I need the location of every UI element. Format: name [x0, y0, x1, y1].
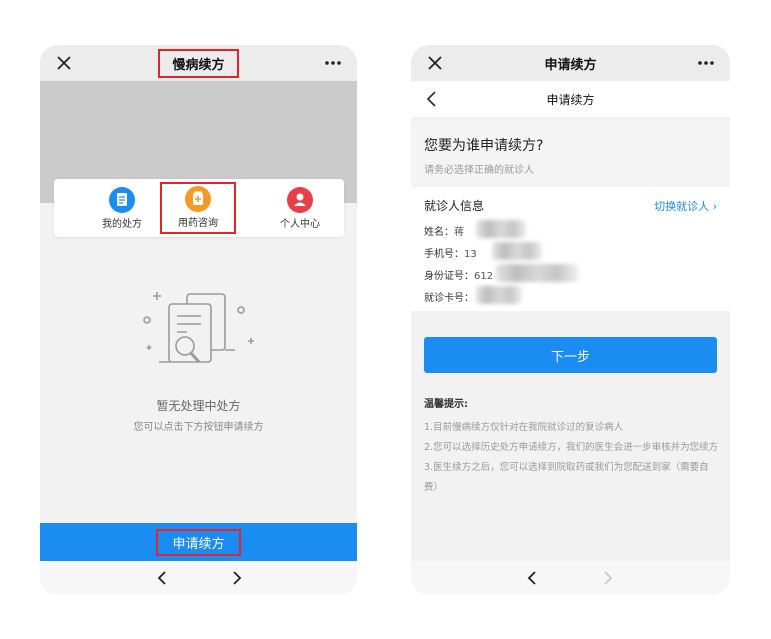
- question-section: 您要为谁申请续方? 请务必选择正确的就诊人: [411, 125, 730, 185]
- next-step-button[interactable]: 下一步: [424, 337, 717, 373]
- card-label: 就诊卡号：: [424, 293, 474, 304]
- page-title: 申请续方: [546, 92, 595, 107]
- patient-name-row: 姓名：蒋: [424, 220, 717, 238]
- redacted-id: [496, 264, 578, 282]
- menu-label: 用药咨询: [178, 218, 218, 229]
- close-icon[interactable]: [425, 53, 445, 73]
- wechat-title-bar: 申请续方: [411, 45, 730, 81]
- browser-nav-bar: [411, 561, 730, 595]
- more-icon[interactable]: [323, 54, 343, 72]
- tip-item: 1.目前慢病续方仅针对在我院就诊过的复诊病人: [424, 422, 624, 433]
- title-highlight: 慢病续方: [158, 48, 239, 78]
- menu-label: 我的处方: [102, 219, 142, 230]
- phone-label: 手机号：: [424, 249, 464, 260]
- forward-arrow-icon[interactable]: [599, 569, 617, 587]
- menu-item-medication-consult[interactable]: 用药咨询: [160, 182, 236, 234]
- id-label: 身份证号：: [424, 271, 474, 282]
- redacted-card: [476, 286, 522, 304]
- phone-value: 13: [464, 249, 477, 260]
- menu-item-personal-center[interactable]: 个人中心: [262, 185, 338, 233]
- tip-item: 2.您可以选择历史处方申请续方，我们的医生会进一步审核并为您续方: [424, 442, 719, 453]
- back-arrow-icon[interactable]: [153, 569, 171, 587]
- tips-section: 温馨提示: 1.目前慢病续方仅针对在我院就诊过的复诊病人 2.您可以选择历史处方…: [424, 395, 720, 498]
- redacted-phone: [492, 242, 542, 260]
- empty-documents-icon: [143, 292, 254, 363]
- medicine-icon: [185, 186, 211, 212]
- apply-bar: 申请续方: [40, 523, 357, 561]
- empty-state-subtitle: 您可以点击下方按钮申请续方: [133, 422, 264, 433]
- more-icon[interactable]: [696, 54, 716, 72]
- left-phone-screen: 慢病续方 我的处方 用药咨询 个人中心 暂无处理中处方 您可以点击下方按钮申请续…: [40, 45, 357, 595]
- patient-info-card: 就诊人信息 切换就诊人 › 姓名：蒋 手机号：13 身份证号：612 就诊卡号：: [411, 187, 730, 311]
- name-value: 蒋: [454, 227, 464, 238]
- patient-phone-row: 手机号：13: [424, 242, 717, 260]
- tips-title: 温馨提示:: [424, 399, 468, 410]
- name-label: 姓名：: [424, 227, 454, 238]
- menu-item-my-prescription[interactable]: 我的处方: [84, 185, 160, 233]
- page-header: 申请续方: [411, 81, 730, 117]
- redacted-name: [476, 220, 526, 238]
- patient-info-title: 就诊人信息: [424, 199, 485, 213]
- wechat-title-bar: 慢病续方: [40, 45, 357, 81]
- back-icon[interactable]: [423, 89, 441, 109]
- browser-nav-bar: [40, 561, 357, 595]
- back-arrow-icon[interactable]: [523, 569, 541, 587]
- prescription-icon: [109, 187, 135, 213]
- page-title: 慢病续方: [172, 57, 225, 73]
- right-phone-screen: 申请续方 申请续方 您要为谁申请续方? 请务必选择正确的就诊人 就诊人信息 切换…: [411, 45, 730, 595]
- window-title: 申请续方: [544, 57, 597, 73]
- switch-patient-link[interactable]: 切换就诊人 ›: [654, 198, 717, 214]
- question-title: 您要为谁申请续方?: [424, 138, 544, 154]
- id-value: 612: [474, 271, 494, 282]
- close-icon[interactable]: [54, 53, 74, 73]
- forward-arrow-icon[interactable]: [228, 569, 246, 587]
- empty-state-title: 暂无处理中处方: [156, 399, 241, 413]
- menu-label: 个人中心: [280, 219, 320, 230]
- question-hint: 请务必选择正确的就诊人: [424, 165, 534, 176]
- person-icon: [287, 187, 313, 213]
- menu-card: 我的处方 用药咨询 个人中心: [54, 179, 344, 237]
- patient-card-row: 就诊卡号：: [424, 286, 717, 304]
- apply-renewal-button[interactable]: 申请续方: [156, 528, 241, 556]
- patient-id-row: 身份证号：612: [424, 264, 717, 282]
- tip-item: 3.医生续方之后，您可以选择到院取药或我们为您配送到家（需要自费）: [424, 462, 709, 493]
